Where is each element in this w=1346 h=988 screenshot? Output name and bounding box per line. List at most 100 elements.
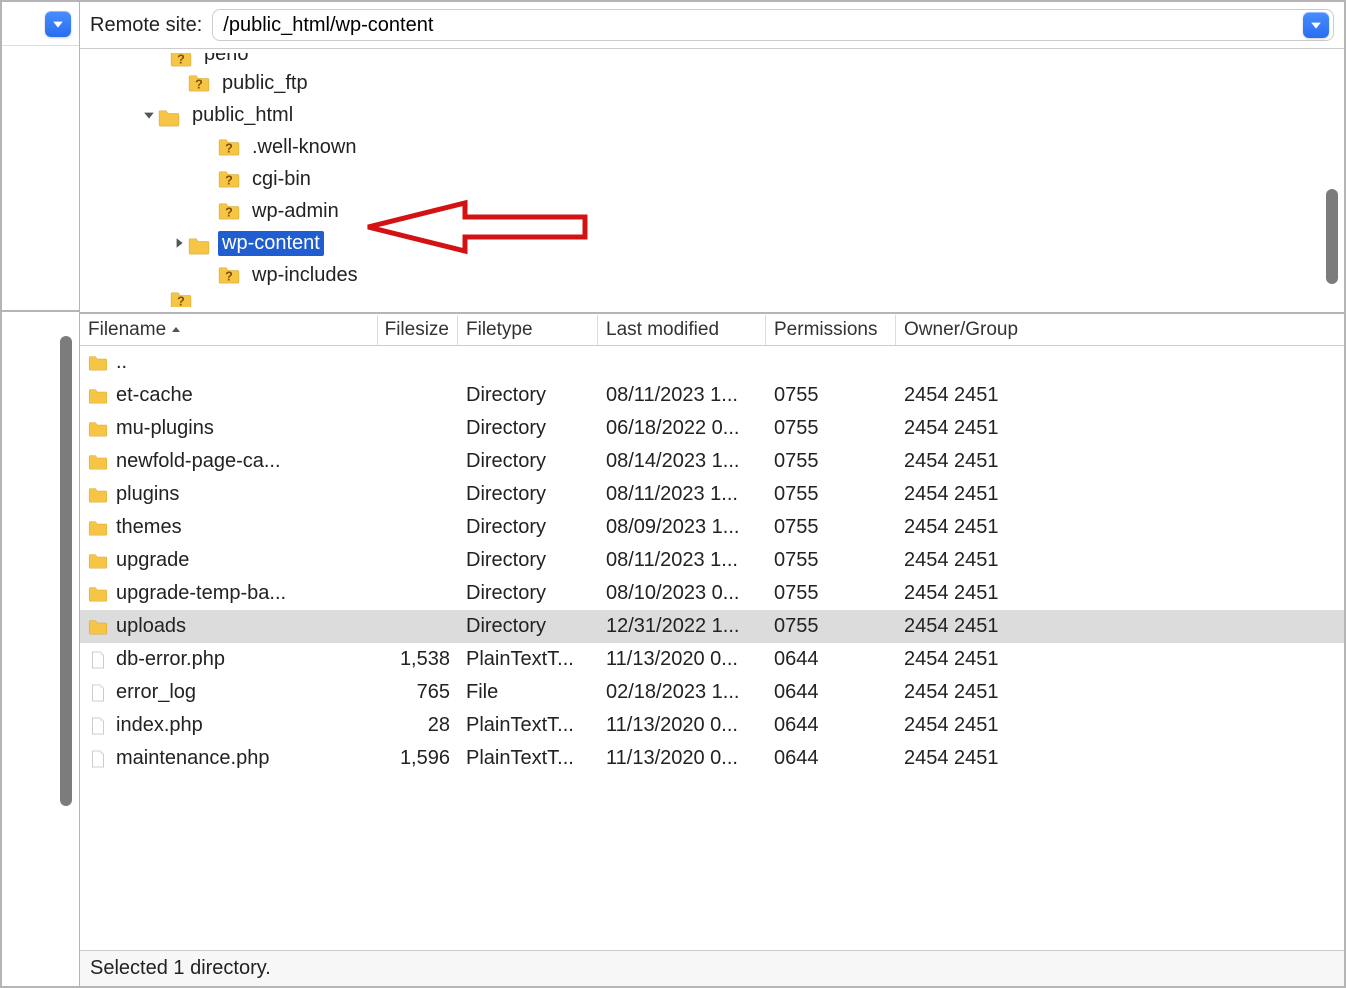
file-icon bbox=[88, 750, 108, 768]
tree-item[interactable]: wp-admin bbox=[86, 195, 1338, 227]
status-bar: Selected 1 directory. bbox=[80, 950, 1344, 986]
file-list[interactable]: ..et-cacheDirectory08/11/2023 1...075524… bbox=[80, 346, 1344, 950]
local-site-pane bbox=[2, 2, 80, 986]
cell-size bbox=[378, 394, 458, 398]
tree-item[interactable]: wp-includes bbox=[86, 259, 1338, 291]
cell-type: Directory bbox=[458, 448, 598, 475]
tree-item[interactable]: wp-content bbox=[86, 227, 1338, 259]
cell-size bbox=[378, 559, 458, 563]
file-row[interactable]: pluginsDirectory08/11/2023 1...07552454 … bbox=[80, 478, 1344, 511]
cell-lmod: 08/11/2023 1... bbox=[598, 382, 766, 409]
file-row[interactable]: maintenance.php1,596PlainTextT...11/13/2… bbox=[80, 742, 1344, 775]
folder-unknown-icon bbox=[188, 74, 210, 92]
chevron-down-icon[interactable] bbox=[140, 109, 158, 121]
cell-size bbox=[378, 526, 458, 530]
cell-lmod: 08/10/2023 0... bbox=[598, 580, 766, 607]
cell-type: PlainTextT... bbox=[458, 646, 598, 673]
cell-type: Directory bbox=[458, 613, 598, 640]
cell-perm: 0755 bbox=[766, 580, 896, 607]
file-name: plugins bbox=[116, 483, 179, 506]
folder-icon bbox=[88, 453, 108, 471]
tree-item-label[interactable]: wp-admin bbox=[248, 199, 343, 224]
file-list-header[interactable]: Filename Filesize Filetype Last modified… bbox=[80, 314, 1344, 346]
cell-size: 28 bbox=[378, 712, 458, 739]
file-name: .. bbox=[116, 351, 127, 374]
tree-item-label[interactable]: wp-includes bbox=[248, 263, 362, 288]
file-name: newfold-page-ca... bbox=[116, 450, 281, 473]
cell-perm: 0755 bbox=[766, 547, 896, 574]
file-row[interactable]: .. bbox=[80, 346, 1344, 379]
scrollbar-thumb[interactable] bbox=[60, 336, 72, 806]
cell-size: 1,538 bbox=[378, 646, 458, 673]
file-name: themes bbox=[116, 516, 182, 539]
tree-item-label[interactable]: wp-content bbox=[218, 231, 324, 256]
tree-item-label[interactable]: public_html bbox=[188, 103, 297, 128]
folder-icon bbox=[88, 486, 108, 504]
file-row[interactable]: uploadsDirectory12/31/2022 1...07552454 … bbox=[80, 610, 1344, 643]
column-header-permissions[interactable]: Permissions bbox=[766, 315, 896, 345]
file-name: upgrade-temp-ba... bbox=[116, 582, 286, 605]
cell-type: Directory bbox=[458, 415, 598, 442]
file-row[interactable]: index.php28PlainTextT...11/13/2020 0...0… bbox=[80, 709, 1344, 742]
file-row[interactable]: newfold-page-ca...Directory08/14/2023 1.… bbox=[80, 445, 1344, 478]
tree-item-label[interactable]: cgi-bin bbox=[248, 167, 315, 192]
tree-item[interactable]: public_html bbox=[86, 99, 1338, 131]
cell-owner: 2454 2451 bbox=[896, 712, 1046, 739]
cell-size: 1,596 bbox=[378, 745, 458, 772]
cell-owner: 2454 2451 bbox=[896, 514, 1046, 541]
file-row[interactable]: mu-pluginsDirectory06/18/2022 0...075524… bbox=[80, 412, 1344, 445]
local-site-dropdown-button[interactable] bbox=[45, 11, 71, 37]
cell-size: 765 bbox=[378, 679, 458, 706]
remote-site-address-bar: Remote site: bbox=[80, 2, 1344, 49]
column-header-filesize[interactable]: Filesize bbox=[378, 315, 458, 345]
cell-owner: 2454 2451 bbox=[896, 679, 1046, 706]
cell-type bbox=[458, 361, 598, 365]
file-row[interactable]: upgrade-temp-ba...Directory08/10/2023 0.… bbox=[80, 577, 1344, 610]
file-row[interactable]: et-cacheDirectory08/11/2023 1...07552454… bbox=[80, 379, 1344, 412]
file-name: uploads bbox=[116, 615, 186, 638]
cell-size bbox=[378, 592, 458, 596]
cell-owner: 2454 2451 bbox=[896, 382, 1046, 409]
folder-icon bbox=[188, 234, 210, 252]
column-header-lastmodified[interactable]: Last modified bbox=[598, 315, 766, 345]
column-header-ownergroup[interactable]: Owner/Group bbox=[896, 315, 1046, 345]
folder-unknown-icon bbox=[218, 202, 240, 220]
remote-path-combo[interactable] bbox=[212, 9, 1334, 41]
file-row[interactable]: themesDirectory08/09/2023 1...07552454 2… bbox=[80, 511, 1344, 544]
cell-owner: 2454 2451 bbox=[896, 448, 1046, 475]
tree-item-label[interactable]: .well-known bbox=[248, 135, 360, 160]
cell-size bbox=[378, 493, 458, 497]
folder-unknown-icon bbox=[170, 53, 192, 67]
cell-perm: 0755 bbox=[766, 448, 896, 475]
tree-item[interactable]: .well-known bbox=[86, 131, 1338, 163]
file-row[interactable]: db-error.php 1,538PlainTextT...11/13/2020… bbox=[80, 643, 1344, 676]
remote-site-pane: Remote site: perio public_ftp public_html… bbox=[80, 2, 1344, 986]
folder-unknown-icon bbox=[218, 138, 240, 156]
cell-owner: 2454 2451 bbox=[896, 745, 1046, 772]
cell-owner: 2454 2451 bbox=[896, 547, 1046, 574]
tree-item-label[interactable]: public_ftp bbox=[218, 71, 312, 96]
column-header-filename[interactable]: Filename bbox=[80, 315, 378, 345]
cell-lmod: 08/11/2023 1... bbox=[598, 481, 766, 508]
remote-directory-tree[interactable]: perio public_ftp public_html .well-known cg… bbox=[80, 49, 1344, 314]
tree-item-label[interactable]: perio bbox=[200, 53, 252, 67]
folder-icon bbox=[88, 552, 108, 570]
tree-item[interactable]: cgi-bin bbox=[86, 163, 1338, 195]
cell-type: File bbox=[458, 679, 598, 706]
chevron-right-icon[interactable] bbox=[170, 237, 188, 249]
column-header-filetype[interactable]: Filetype bbox=[458, 315, 598, 345]
cell-owner: 2454 2451 bbox=[896, 580, 1046, 607]
cell-lmod: 11/13/2020 0... bbox=[598, 646, 766, 673]
file-name: db-error.php bbox=[116, 648, 225, 671]
cell-owner: 2454 2451 bbox=[896, 613, 1046, 640]
folder-icon bbox=[88, 387, 108, 405]
tree-item[interactable]: public_ftp bbox=[86, 67, 1338, 99]
file-row[interactable]: error_log765File02/18/2023 1...06442454 … bbox=[80, 676, 1344, 709]
scrollbar-thumb[interactable] bbox=[1326, 189, 1338, 284]
remote-path-input[interactable] bbox=[219, 14, 1297, 37]
remote-path-dropdown-button[interactable] bbox=[1303, 12, 1329, 38]
cell-size bbox=[378, 361, 458, 365]
cell-owner: 2454 2451 bbox=[896, 415, 1046, 442]
file-name: et-cache bbox=[116, 384, 193, 407]
file-row[interactable]: upgradeDirectory08/11/2023 1...07552454 … bbox=[80, 544, 1344, 577]
